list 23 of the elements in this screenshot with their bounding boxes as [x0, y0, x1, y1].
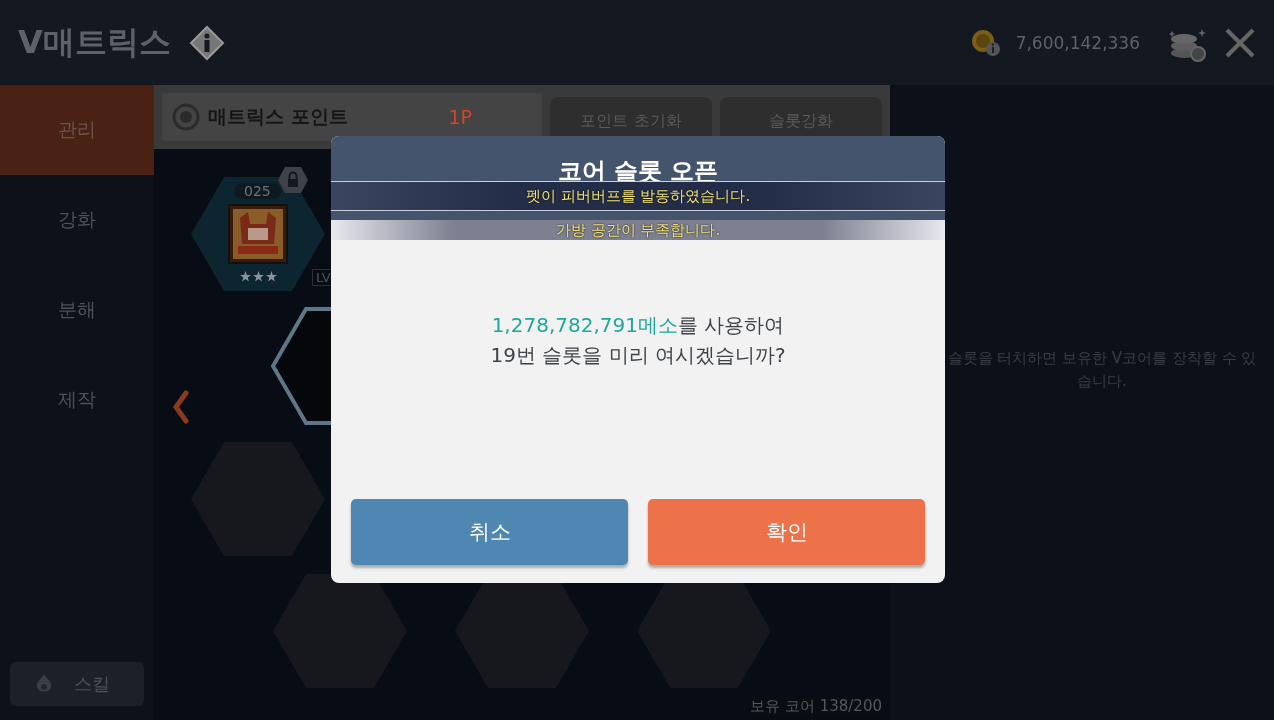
notice-banner: 가방 공간이 부족합니다.: [331, 220, 945, 240]
info-icon[interactable]: [188, 24, 225, 61]
core-number: 025: [234, 183, 281, 199]
star-icon: [266, 271, 277, 282]
sidebar-tab[interactable]: 제작: [0, 355, 154, 445]
matrix-icon: [172, 103, 200, 131]
dialog-message: 1,278,782,791메소를 사용하여 19번 슬롯을 미리 여시겠습니까?: [490, 312, 786, 369]
screen-title: V매트릭스: [18, 21, 171, 63]
sidebar-tab[interactable]: 강화: [0, 175, 154, 265]
confirm-button[interactable]: 확인: [648, 499, 925, 565]
meso-amount: 7,600,142,336: [1015, 32, 1140, 53]
core-count: 보유 코어 138/200: [750, 697, 882, 716]
empty-slot[interactable]: [273, 574, 407, 688]
notice-banner: 펫이 피버버프를 발동하였습니다.: [331, 181, 945, 211]
close-icon[interactable]: [1224, 26, 1256, 59]
chevron-left-icon[interactable]: [172, 390, 189, 424]
star-icon: [240, 271, 251, 282]
star-icon: [253, 271, 264, 282]
coin-icon[interactable]: [969, 28, 1002, 57]
sidebar-tab[interactable]: 분해: [0, 265, 154, 355]
cancel-button[interactable]: 취소: [351, 499, 628, 565]
sidebar-tab[interactable]: 관리: [0, 85, 154, 175]
points-value: 1P: [448, 106, 472, 128]
